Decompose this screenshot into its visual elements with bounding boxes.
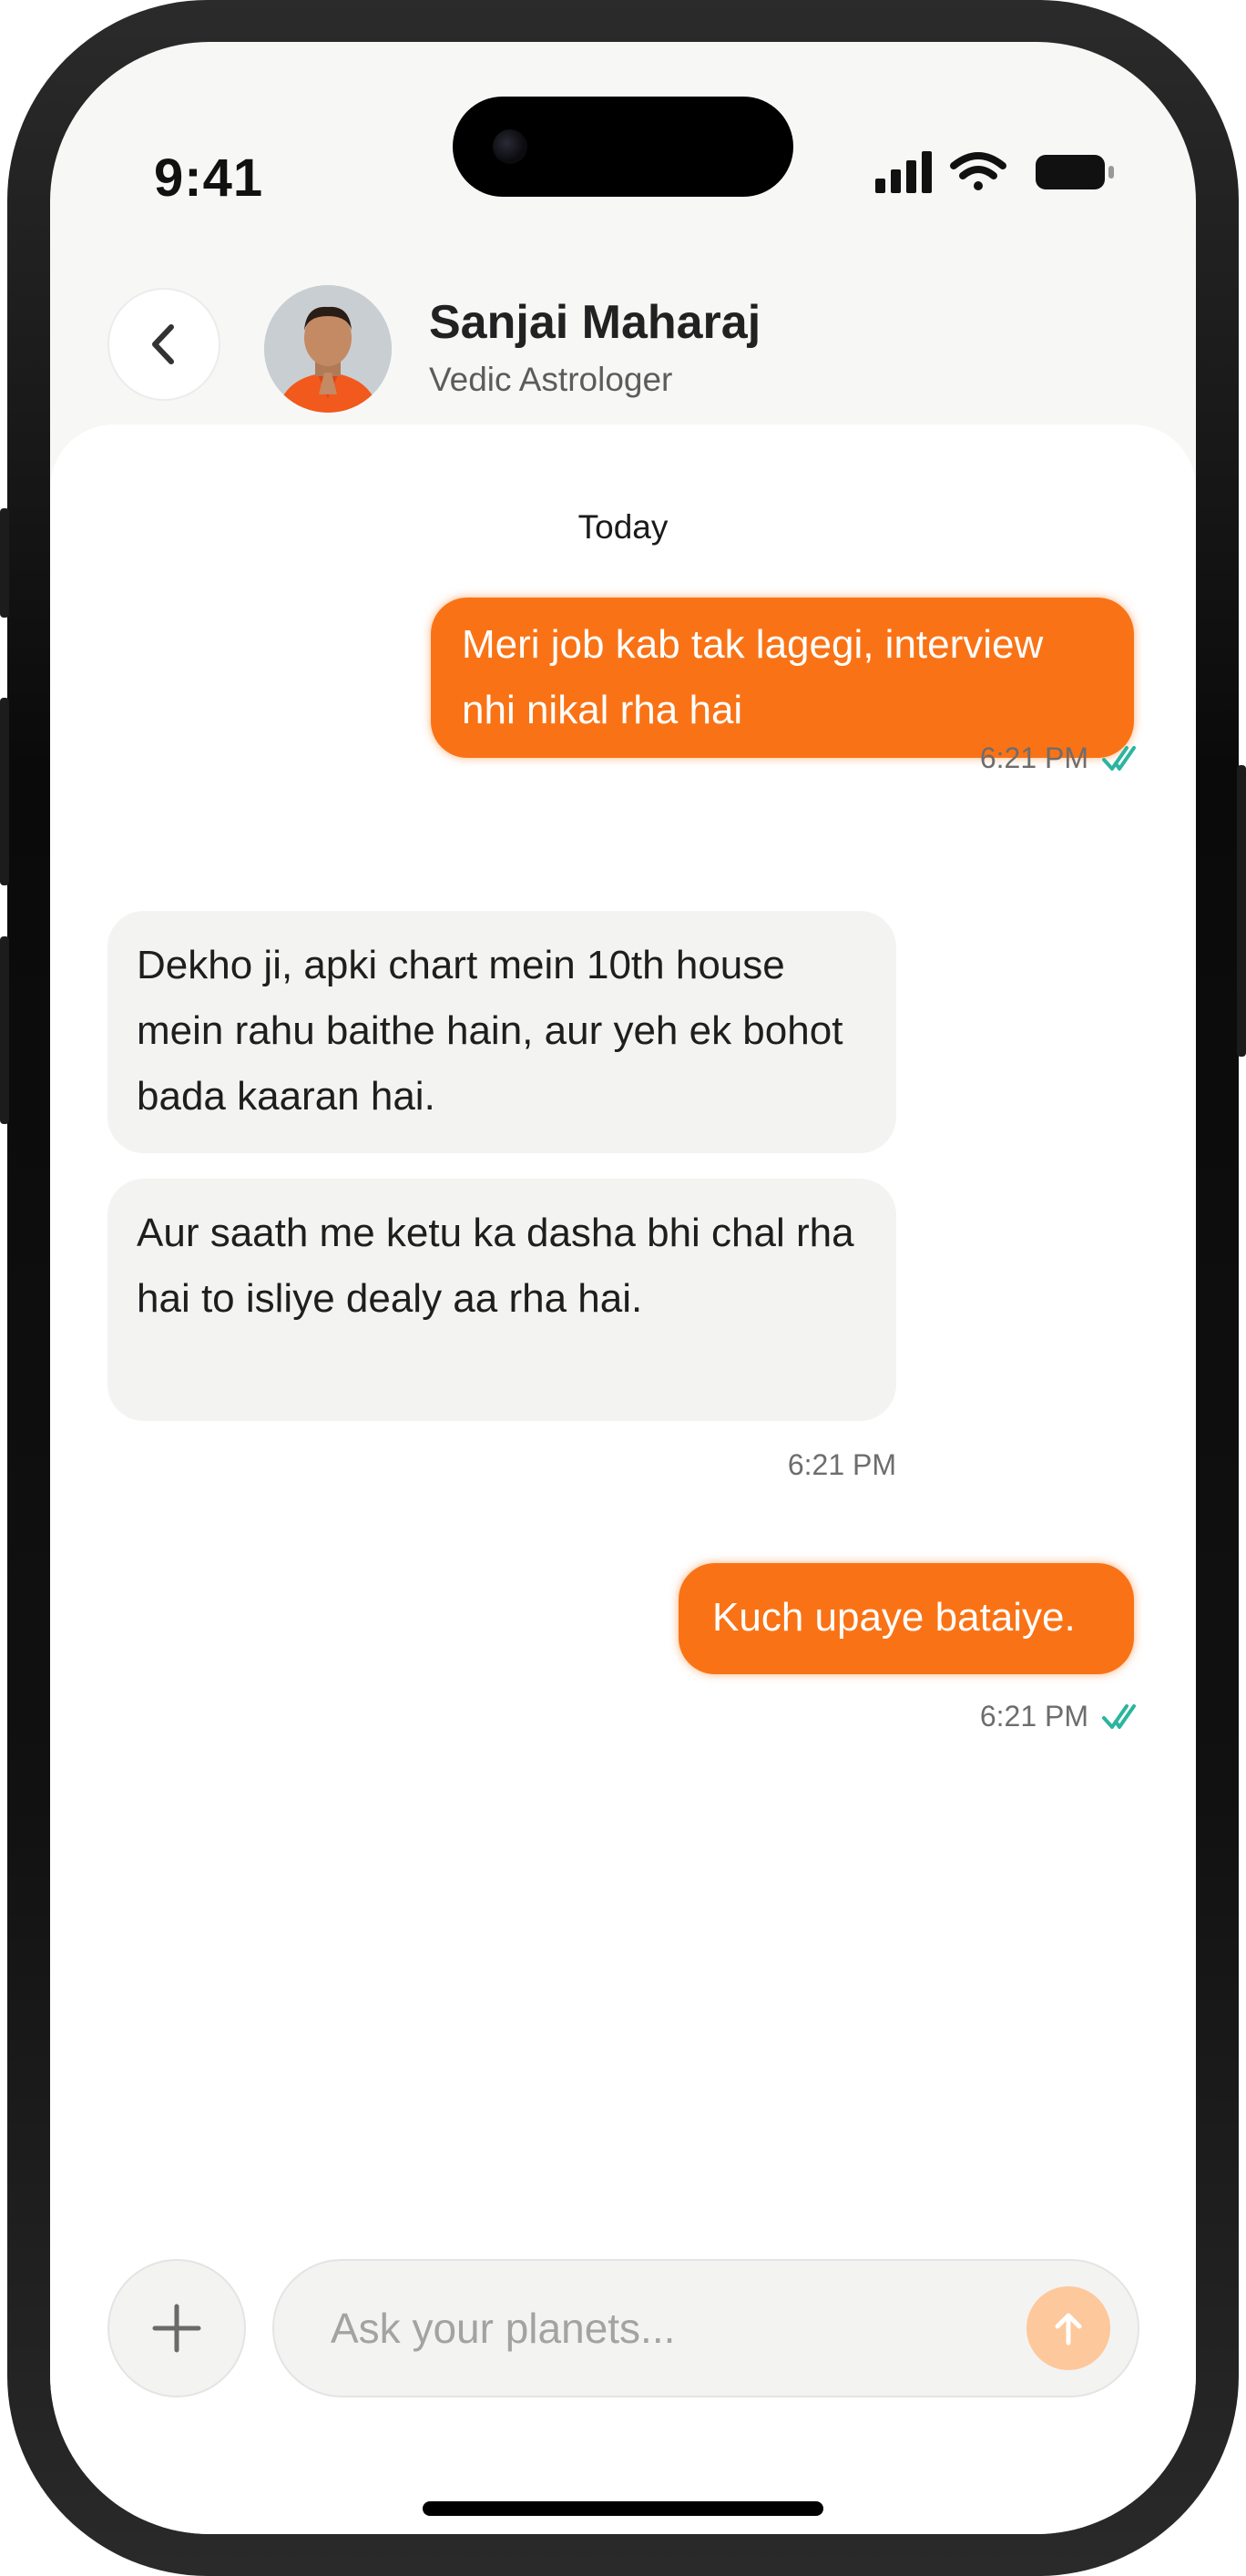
volume-up-button <box>0 698 9 885</box>
send-arrow-icon <box>1055 2313 1082 2346</box>
volume-down-button <box>0 936 9 1124</box>
status-time: 9:41 <box>154 148 264 208</box>
front-camera <box>493 129 527 164</box>
message-time: 6:21 PM <box>979 1700 1088 1733</box>
battery-icon <box>1036 155 1114 189</box>
attach-button[interactable] <box>107 2259 246 2397</box>
chat-panel: Today Meri job kab tak lagegi, interview… <box>50 424 1196 2534</box>
message-bubble-incoming[interactable]: Aur saath me ketu ka dasha bhi chal rha … <box>107 1179 896 1421</box>
double-check-icon <box>1102 1703 1136 1729</box>
wifi-icon <box>950 152 1006 190</box>
message-time: 6:21 PM <box>787 1448 896 1481</box>
status-icons <box>875 149 1121 195</box>
chat-header: Sanjai Maharaj Vedic Astrologer <box>50 242 1196 424</box>
message-bubble-outgoing[interactable]: Kuch upaye bataiye. <box>679 1563 1134 1674</box>
send-button[interactable] <box>1026 2286 1110 2370</box>
home-indicator <box>423 2501 823 2516</box>
message-bubble-incoming[interactable]: Dekho ji, apki chart mein 10th house mei… <box>107 911 896 1153</box>
plus-icon <box>152 2304 201 2353</box>
message-input-placeholder: Ask your planets... <box>331 2305 676 2352</box>
cellular-signal-icon <box>875 151 932 193</box>
avatar[interactable] <box>264 285 392 413</box>
composer: Ask your planets... <box>50 2259 1196 2405</box>
screen: 9:41 Sanjai Maharaj Vedic Astrologer Tod… <box>50 42 1196 2534</box>
power-button <box>1237 765 1246 1057</box>
contact-role: Vedic Astrologer <box>429 361 673 398</box>
contact-name: Sanjai Maharaj <box>429 296 761 349</box>
message-input[interactable]: Ask your planets... <box>272 2259 1139 2397</box>
message-meta: 6:21 PM <box>980 1700 1138 1733</box>
dynamic-island <box>453 97 793 197</box>
date-label: Today <box>577 508 669 546</box>
back-chevron-icon <box>152 324 174 364</box>
message-time: 6:21 PM <box>979 741 1088 774</box>
silent-switch <box>0 508 9 618</box>
message-meta: 6:21 PM <box>788 1448 896 1482</box>
message-bubble-outgoing[interactable]: Meri job kab tak lagegi, interview nhi n… <box>431 598 1134 758</box>
back-button[interactable] <box>107 288 220 401</box>
message-meta: 6:21 PM <box>980 741 1138 775</box>
double-check-icon <box>1102 745 1136 771</box>
